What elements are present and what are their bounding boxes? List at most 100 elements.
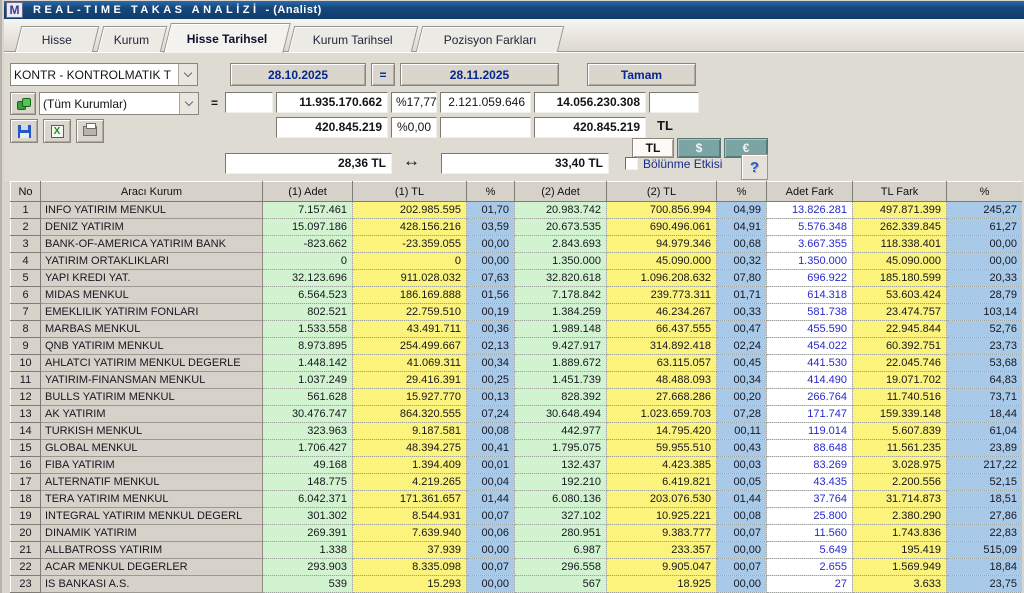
cell-tl2[interactable]: 314.892.418 [606,337,717,355]
cell-adet1[interactable]: 539 [262,575,353,593]
cell-adet-fark[interactable]: 3.667.355 [766,235,853,253]
cell-tl-fark[interactable]: 1.743.836 [852,524,947,542]
tab-pozisyon-farklari[interactable]: Pozisyon Farkları [415,26,565,52]
cell-adet-fark[interactable]: 88.648 [766,439,853,457]
cell-pct-fark[interactable]: 00,00 [946,235,1022,253]
cell-kurum[interactable]: AHLATCI YATIRIM MENKUL DEGERLE [40,354,263,372]
cell-pct2[interactable]: 02,24 [716,337,767,355]
table-row[interactable]: 12 BULLS YATIRIM MENKUL 561.628 15.927.770 0… [10,388,1022,406]
split-effect-label[interactable]: Bölünme Etkisi [643,157,722,171]
cell-pct2[interactable]: 00,07 [716,524,767,542]
cell-pct1[interactable]: 00,01 [466,456,515,474]
cell-no[interactable]: 22 [10,558,41,576]
cell-tl1[interactable]: 428.156.216 [352,218,467,236]
cell-pct1[interactable]: 00,13 [466,388,515,406]
cell-pct1[interactable]: 00,00 [466,541,515,559]
table-row[interactable]: 16 FIBA YATIRIM 49.168 1.394.409 00,01 132.43… [10,456,1022,474]
cell-pct2[interactable]: 00,05 [716,473,767,491]
cell-kurum[interactable]: YATIRIM-FINANSMAN MENKUL [40,371,263,389]
cell-adet1[interactable]: 7.157.461 [262,201,353,219]
cell-pct-fark[interactable]: 61,27 [946,218,1022,236]
price-min-input[interactable]: 28,36 TL [225,153,392,174]
table-row[interactable]: 1 INFO YATIRIM MENKUL 7.157.461 202.985.595… [10,201,1022,219]
cell-tl2[interactable]: 1.096.208.632 [606,269,717,287]
cell-tl2[interactable]: 690.496.061 [606,218,717,236]
cell-pct2[interactable]: 00,08 [716,507,767,525]
cell-adet1[interactable]: 293.903 [262,558,353,576]
cell-no[interactable]: 14 [10,422,41,440]
cell-kurum[interactable]: AK YATIRIM [40,405,263,423]
cell-no[interactable]: 21 [10,541,41,559]
cell-kurum[interactable]: MIDAS MENKUL [40,286,263,304]
combo-dropdown-button[interactable] [178,64,197,85]
column-header-kurum[interactable]: Aracı Kurum [40,181,263,202]
cell-pct-fark[interactable]: 27,86 [946,507,1022,525]
cell-no[interactable]: 16 [10,456,41,474]
cell-tl2[interactable]: 239.773.311 [606,286,717,304]
cell-adet1[interactable]: 0 [262,252,353,270]
cell-tl1[interactable]: 186.169.888 [352,286,467,304]
cell-tl1[interactable]: 9.187.581 [352,422,467,440]
cell-adet2[interactable]: 1.795.075 [514,439,607,457]
cell-pct2[interactable]: 00,11 [716,422,767,440]
cell-no[interactable]: 7 [10,303,41,321]
cell-tl1[interactable]: 4.219.265 [352,473,467,491]
table-row[interactable]: 10 AHLATCI YATIRIM MENKUL DEGERLE 1.448.14… [10,354,1022,372]
table-row[interactable]: 3 BANK-OF-AMERICA YATIRIM BANK -823.662 -23… [10,235,1022,253]
cell-tl1[interactable]: 37.939 [352,541,467,559]
cell-pct-fark[interactable]: 53,68 [946,354,1022,372]
cell-pct-fark[interactable]: 217,22 [946,456,1022,474]
cell-adet-fark[interactable]: 5.649 [766,541,853,559]
column-header-pct-fark[interactable]: % [946,181,1022,202]
row2-pct-input[interactable]: %0,00 [391,117,437,138]
cell-kurum[interactable]: EMEKLILIK YATIRIM FONLARI [40,303,263,321]
date-to-button[interactable]: 28.11.2025 [400,63,559,86]
table-row[interactable]: 9 QNB YATIRIM MENKUL 8.973.895 254.499.667 0… [10,337,1022,355]
cell-adet1[interactable]: 1.037.249 [262,371,353,389]
cell-adet1[interactable]: 1.448.142 [262,354,353,372]
cell-tl2[interactable]: 4.423.385 [606,456,717,474]
cell-adet-fark[interactable]: 119.014 [766,422,853,440]
cell-tl-fark[interactable]: 262.339.845 [852,218,947,236]
cell-pct2[interactable]: 00,00 [716,541,767,559]
cell-adet1[interactable]: 148.775 [262,473,353,491]
cell-tl2[interactable]: 94.979.346 [606,235,717,253]
cell-adet-fark[interactable]: 43.435 [766,473,853,491]
cell-pct-fark[interactable]: 18,84 [946,558,1022,576]
cell-tl1[interactable]: 41.069.311 [352,354,467,372]
cell-kurum[interactable]: TERA YATIRIM MENKUL [40,490,263,508]
equals-button[interactable]: = [371,63,395,86]
cell-adet2[interactable]: 327.102 [514,507,607,525]
column-header-adet2[interactable]: (2) Adet [514,181,607,202]
cell-adet-fark[interactable]: 414.490 [766,371,853,389]
cell-pct2[interactable]: 07,28 [716,405,767,423]
cell-adet2[interactable]: 442.977 [514,422,607,440]
table-row[interactable]: 23 IS BANKASI A.S. 539 15.293 00,00 567 18.925… [10,575,1022,593]
cell-pct-fark[interactable]: 64,83 [946,371,1022,389]
cell-adet2[interactable]: 1.989.148 [514,320,607,338]
cell-adet1[interactable]: 6.042.371 [262,490,353,508]
cell-tl2[interactable]: 59.955.510 [606,439,717,457]
column-header-no[interactable]: No [10,181,41,202]
cell-adet-fark[interactable]: 581.738 [766,303,853,321]
cell-pct1[interactable]: 00,19 [466,303,515,321]
cell-pct2[interactable]: 00,03 [716,456,767,474]
cell-pct-fark[interactable]: 103,14 [946,303,1022,321]
cell-adet2[interactable]: 1.451.739 [514,371,607,389]
cell-adet2[interactable]: 1.889.672 [514,354,607,372]
cell-tl-fark[interactable]: 19.071.702 [852,371,947,389]
cell-pct-fark[interactable]: 00,00 [946,252,1022,270]
period2-total-input[interactable]: 14.056.230.308 [534,92,646,113]
cell-pct-fark[interactable]: 52,76 [946,320,1022,338]
cell-adet2[interactable]: 32.820.618 [514,269,607,287]
help-button[interactable]: ? [741,154,768,180]
tab-kurum[interactable]: Kurum [96,26,168,52]
cell-adet1[interactable]: 802.521 [262,303,353,321]
cell-pct-fark[interactable]: 23,89 [946,439,1022,457]
period-mid-input[interactable]: 2.121.059.646 [440,92,531,113]
cell-adet1[interactable]: 1.533.558 [262,320,353,338]
cell-tl1[interactable]: 8.335.098 [352,558,467,576]
cell-tl-fark[interactable]: 195.419 [852,541,947,559]
cell-no[interactable]: 6 [10,286,41,304]
row2-total1-input[interactable]: 420.845.219 [276,117,388,138]
